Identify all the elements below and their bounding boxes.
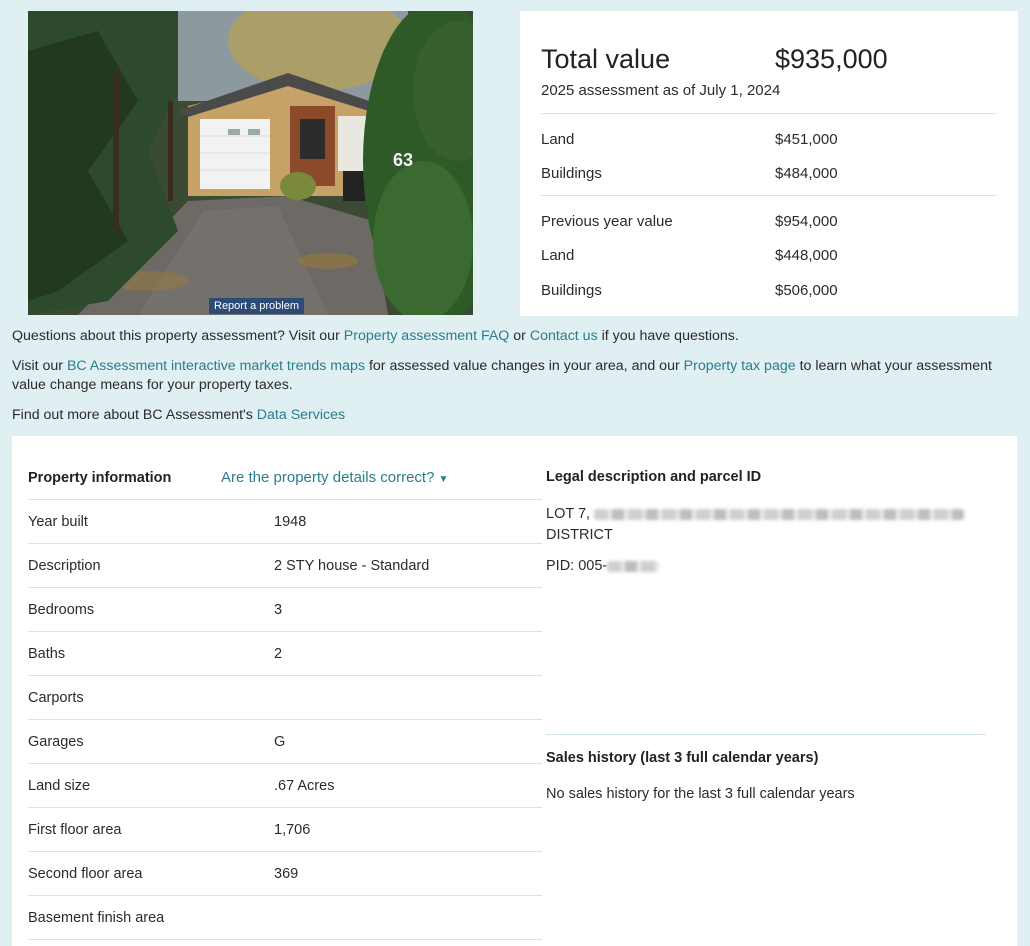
faq-link[interactable]: Property assessment FAQ xyxy=(344,328,510,344)
report-problem-button[interactable]: Report a problem xyxy=(209,298,304,314)
value-row-prev-buildings: Buildings $506,000 xyxy=(541,273,997,308)
property-info-row: Second floor area 369 xyxy=(28,852,542,896)
property-value: 369 xyxy=(274,865,299,882)
redacted-text xyxy=(594,508,965,520)
assessment-date: 2025 assessment as of July 1, 2024 xyxy=(541,82,781,99)
value-row-buildings: Buildings $484,000 xyxy=(541,157,997,192)
info-text: for assessed value changes in your area,… xyxy=(365,358,684,374)
property-info-header: Property information Are the property de… xyxy=(28,456,542,500)
value-amount: $506,000 xyxy=(775,281,838,299)
caret-down-icon: ▼ xyxy=(438,474,449,485)
contact-link[interactable]: Contact us xyxy=(530,328,598,344)
faq-paragraph: Questions about this property assessment… xyxy=(12,327,1017,346)
property-label: Description xyxy=(28,557,101,574)
info-text: Questions about this property assessment… xyxy=(12,328,344,344)
previous-values: Previous year value $954,000 Land $448,0… xyxy=(541,196,997,308)
property-value: G xyxy=(274,733,286,750)
legal-description: Legal description and parcel ID LOT 7, D… xyxy=(546,469,986,574)
property-value: 2 xyxy=(274,645,283,662)
value-label: Land xyxy=(541,247,575,265)
property-label: Year built xyxy=(28,513,88,530)
property-details-panel: Property information Are the property de… xyxy=(12,436,1017,946)
data-services-paragraph: Find out more about BC Assessment's Data… xyxy=(12,406,1017,425)
info-text: Find out more about BC Assessment's xyxy=(12,407,257,423)
sales-text: No sales history for the last 3 full cal… xyxy=(546,786,855,802)
property-info-row: Bedrooms 3 xyxy=(28,588,542,632)
value-label: Buildings xyxy=(541,281,602,299)
legal-lot: LOT 7, DISTRICT xyxy=(546,504,986,546)
legal-title: Legal description and parcel ID xyxy=(546,469,762,485)
property-info-row: Description 2 STY house - Standard xyxy=(28,544,542,588)
property-value: 1,706 xyxy=(274,821,311,838)
district-label: DISTRICT xyxy=(546,527,613,543)
parcel-id: PID: 005- xyxy=(546,558,986,574)
property-info-table: Property information Are the property de… xyxy=(28,456,542,940)
pid-prefix: PID: 005- xyxy=(546,558,608,574)
market-trends-link[interactable]: BC Assessment interactive market trends … xyxy=(67,358,365,374)
property-info-row: Year built 1948 xyxy=(28,500,542,544)
toggle-label: Are the property details correct? xyxy=(221,469,435,486)
current-values: Land $451,000 Buildings $484,000 xyxy=(541,114,997,191)
value-amount: $484,000 xyxy=(775,165,838,183)
trends-paragraph: Visit our BC Assessment interactive mark… xyxy=(12,357,1017,395)
sales-history: Sales history (last 3 full calendar year… xyxy=(546,734,986,802)
property-label: First floor area xyxy=(28,821,122,838)
property-photo: 63 Report a problem xyxy=(28,11,473,315)
property-details-toggle[interactable]: Are the property details correct? ▼ xyxy=(221,469,448,486)
property-info-rows: Year built 1948 Description 2 STY house - S… xyxy=(28,500,542,940)
property-info-row: Baths 2 xyxy=(28,632,542,676)
property-info-row: Garages G xyxy=(28,720,542,764)
property-label: Second floor area xyxy=(28,865,143,882)
property-info-row: Carports xyxy=(28,676,542,720)
value-amount: $451,000 xyxy=(775,130,838,148)
info-text: if you have questions. xyxy=(597,328,739,344)
property-label: Land size xyxy=(28,777,91,794)
property-info-row: Land size .67 Acres xyxy=(28,764,542,808)
property-label: Bedrooms xyxy=(28,601,95,618)
info-text: Visit our xyxy=(12,358,67,374)
house-illustration: 63 xyxy=(28,11,473,315)
value-label: Previous year value xyxy=(541,212,673,230)
property-value: 3 xyxy=(274,601,283,618)
lot-prefix: LOT 7, xyxy=(546,506,591,522)
sales-title: Sales history (last 3 full calendar year… xyxy=(546,750,819,766)
assessment-info: Questions about this property assessment… xyxy=(12,327,1017,436)
property-label: Garages xyxy=(28,733,84,750)
total-value-label: Total value xyxy=(541,44,671,74)
property-label: Basement finish area xyxy=(28,909,165,926)
valuation-card: Total value $935,000 2025 assessment as … xyxy=(520,11,1018,316)
property-info-row: Basement finish area xyxy=(28,896,542,940)
property-label: Baths xyxy=(28,645,66,662)
property-info-row: First floor area 1,706 xyxy=(28,808,542,852)
data-services-link[interactable]: Data Services xyxy=(257,407,345,423)
property-tax-link[interactable]: Property tax page xyxy=(684,358,796,374)
house-number: 63 xyxy=(393,150,413,170)
property-value: 1948 xyxy=(274,513,307,530)
value-amount: $954,000 xyxy=(775,212,838,230)
value-row-land: Land $451,000 xyxy=(541,122,997,157)
value-row-prev-land: Land $448,000 xyxy=(541,239,997,274)
value-label: Buildings xyxy=(541,165,602,183)
property-info-title: Property information xyxy=(28,469,172,486)
property-value: 2 STY house - Standard xyxy=(274,557,430,574)
value-row-previous: Previous year value $954,000 xyxy=(541,204,997,239)
redacted-text xyxy=(607,560,660,572)
property-label: Carports xyxy=(28,689,84,706)
total-value-amount: $935,000 xyxy=(775,44,888,74)
info-text: or xyxy=(509,328,530,344)
property-value: .67 Acres xyxy=(274,777,335,794)
value-label: Land xyxy=(541,130,575,148)
value-amount: $448,000 xyxy=(775,247,838,265)
